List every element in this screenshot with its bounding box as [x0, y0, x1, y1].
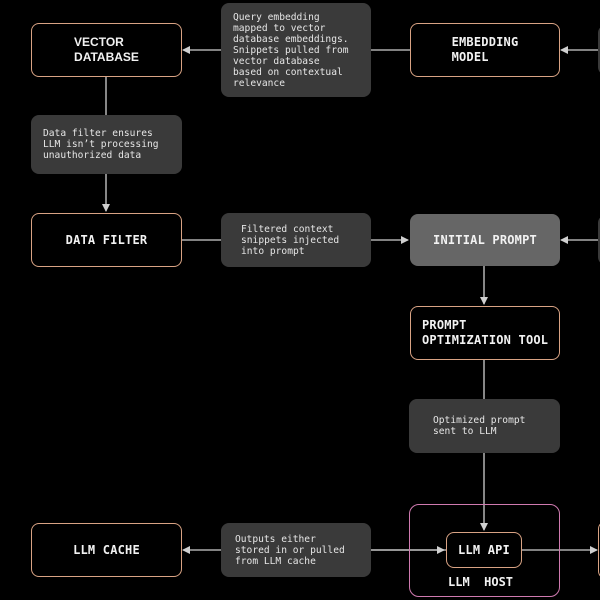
- optimized-prompt-text: Optimized prompt sent to LLM: [433, 415, 526, 437]
- vector-database-label: VECTOR DATABASE: [74, 35, 139, 64]
- query-embedding-text: Query embedding mapped to vector databas…: [233, 11, 349, 89]
- data-filter-node[interactable]: DATA FILTER: [31, 213, 182, 267]
- llm-api-label: LLM API: [458, 542, 510, 557]
- embedding-model-node[interactable]: EMBEDDING MODEL: [410, 23, 560, 77]
- query-embedding-note: Query embedding mapped to vector databas…: [221, 3, 371, 97]
- llm-cache-node[interactable]: LLM CACHE: [31, 523, 182, 577]
- filtered-context-note: Filtered context snippets injected into …: [221, 213, 371, 267]
- embedding-model-label: EMBEDDING MODEL: [451, 35, 519, 64]
- prompt-optimization-tool-label: PROMPT OPTIMIZATION TOOL: [422, 318, 549, 347]
- data-filter-note: Data filter ensures LLM isn’t processing…: [31, 115, 182, 174]
- llm-cache-label: LLM CACHE: [73, 542, 140, 557]
- data-filter-label: DATA FILTER: [65, 232, 148, 247]
- llm-api-node[interactable]: LLM API: [446, 532, 522, 568]
- outputs-cache-text: Outputs either stored in or pulled from …: [235, 533, 345, 567]
- initial-prompt-label: INITIAL PROMPT: [433, 232, 537, 247]
- data-filter-note-text: Data filter ensures LLM isn’t processing…: [43, 128, 159, 161]
- initial-prompt-node[interactable]: INITIAL PROMPT: [410, 214, 560, 266]
- llm-host-label: LLM HOST: [448, 575, 514, 589]
- prompt-optimization-tool-node[interactable]: PROMPT OPTIMIZATION TOOL: [410, 306, 560, 360]
- outputs-cache-note: Outputs either stored in or pulled from …: [221, 523, 371, 577]
- vector-database-node[interactable]: VECTOR DATABASE: [31, 23, 182, 77]
- filtered-context-text: Filtered context snippets injected into …: [241, 223, 340, 257]
- optimized-prompt-note: Optimized prompt sent to LLM: [409, 399, 560, 453]
